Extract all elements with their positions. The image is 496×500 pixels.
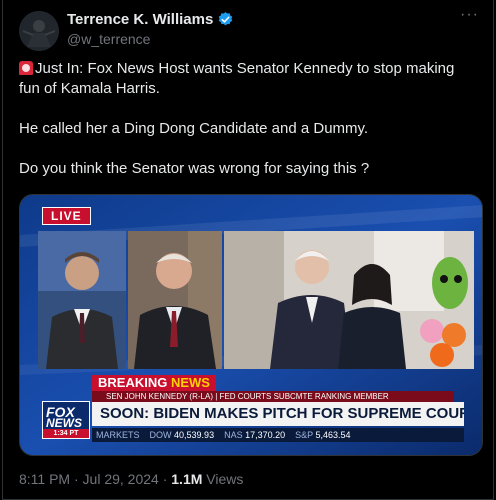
- event-scene: [224, 231, 474, 369]
- ticker-item: MARKETS: [96, 430, 140, 440]
- timestamp[interactable]: 8:11 PM · Jul 29, 2024 ·: [19, 471, 167, 487]
- views-count: 1.1M: [171, 471, 203, 487]
- live-badge: LIVE: [42, 207, 91, 225]
- tweet-card: Terrence K. Williams @w_terrence ··· Jus…: [2, 0, 494, 500]
- market-ticker: MARKETS DOW 40,539.93 NAS 17,370.20 S&P …: [92, 428, 464, 442]
- broadcast-time: 1:34 PT: [43, 429, 89, 438]
- ticker-item: DOW 40,539.93: [149, 430, 215, 440]
- avatar[interactable]: [19, 11, 59, 51]
- fox-news-logo: FOX NEWS 1:34 PT: [42, 401, 90, 439]
- host-figure: [38, 231, 126, 369]
- chyron-headline: SOON: BIDEN MAKES PITCH FOR SUPREME COUR…: [92, 402, 464, 426]
- author-name-row[interactable]: Terrence K. Williams: [67, 11, 234, 28]
- chyron-subtitle: SEN JOHN KENNEDY (R-LA) | FED COURTS SUB…: [92, 391, 454, 402]
- video-panel-host: [38, 231, 126, 369]
- breaking-label: BREAKING: [98, 375, 168, 390]
- verified-badge-icon: [219, 12, 233, 26]
- logo-news-text: NEWS: [46, 416, 82, 430]
- author-name[interactable]: Terrence K. Williams: [67, 11, 213, 28]
- tweet-media-video[interactable]: LIVE BREAKING NEWS SEN JOHN KENNEDY (R-L…: [19, 194, 483, 456]
- video-panel-event: [224, 231, 474, 369]
- breaking-news-banner: BREAKING NEWS: [92, 375, 216, 391]
- ticker-item: S&P 5,463.54: [295, 430, 351, 440]
- video-panel-senator: [128, 231, 222, 369]
- senator-figure: [128, 231, 222, 369]
- author-handle[interactable]: @w_terrence: [67, 31, 150, 47]
- tweet-text: Just In: Fox News Host wants Senator Ken…: [19, 59, 479, 179]
- news-label: NEWS: [170, 375, 210, 390]
- tweet-line-2: He called her a Ding Dong Candidate and …: [19, 120, 369, 137]
- tweet-meta: 8:11 PM · Jul 29, 2024 · 1.1M Views: [19, 471, 243, 487]
- ticker-item: NAS 17,370.20: [224, 430, 286, 440]
- tweet-line-1: Just In: Fox News Host wants Senator Ken…: [19, 59, 479, 99]
- avatar-image: [19, 11, 59, 51]
- siren-icon: [19, 61, 33, 75]
- tweet-line-3: Do you think the Senator was wrong for s…: [19, 160, 370, 177]
- views-label: Views: [206, 471, 244, 487]
- tweet-line-1-text: Just In: Fox News Host wants Senator Ken…: [19, 60, 455, 97]
- more-options-icon[interactable]: ···: [460, 6, 479, 24]
